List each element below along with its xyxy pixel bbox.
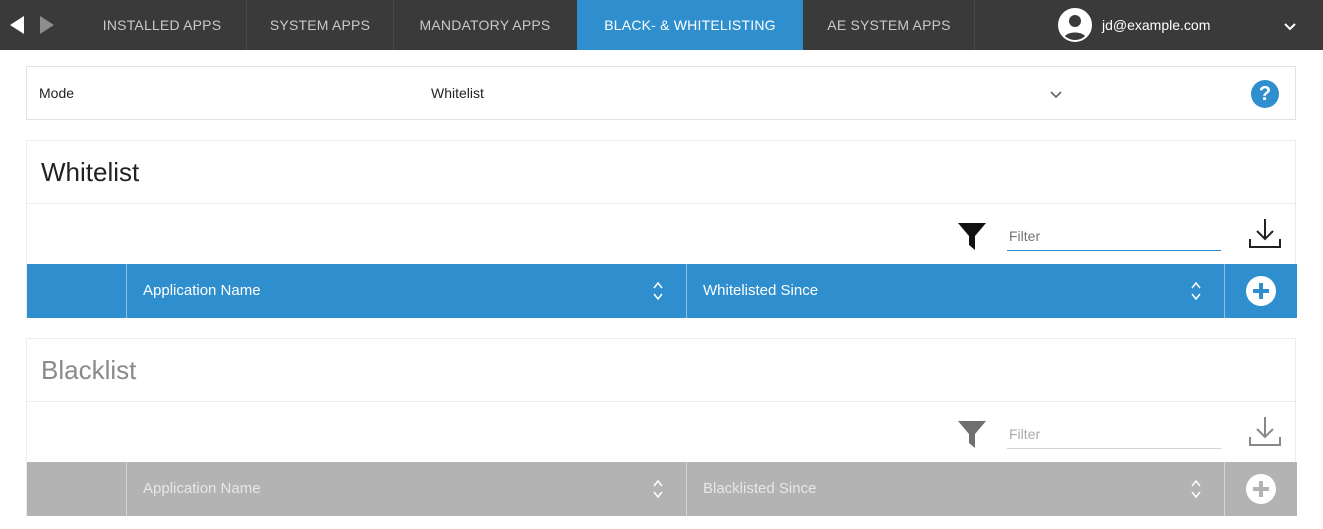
tab-mandatory-apps[interactable]: MANDATORY APPS	[394, 0, 576, 50]
filter-icon[interactable]	[957, 419, 987, 449]
download-icon[interactable]	[1247, 217, 1283, 251]
sort-icon[interactable]	[1190, 478, 1202, 500]
tab-black-whitelisting[interactable]: BLACK- & WHITELISTING	[577, 0, 803, 50]
section-title: Blacklist	[41, 355, 137, 385]
add-whitelist-button[interactable]	[1225, 264, 1297, 318]
sort-icon[interactable]	[652, 280, 664, 302]
user-email: jd@example.com	[1102, 17, 1211, 33]
user-avatar-icon	[1058, 8, 1092, 42]
tab-ae-system-apps[interactable]: AE SYSTEM APPS	[804, 0, 974, 50]
whitelist-section: Whitelist Application Name Whitelisted S…	[26, 140, 1297, 318]
top-navigation-bar: INSTALLED APPS SYSTEM APPS MANDATORY APP…	[0, 0, 1323, 50]
help-icon[interactable]: ?	[1251, 80, 1279, 108]
blacklist-table-header: Application Name Blacklisted Since	[27, 462, 1297, 516]
section-title: Whitelist	[41, 157, 140, 187]
tab-system-apps[interactable]: SYSTEM APPS	[247, 0, 393, 50]
column-label: Application Name	[143, 282, 261, 299]
filter-icon[interactable]	[957, 221, 987, 251]
mode-label: Mode	[39, 85, 75, 101]
plus-icon	[1246, 276, 1276, 306]
column-header-application-name[interactable]: Application Name	[127, 462, 687, 516]
sort-icon[interactable]	[652, 478, 664, 500]
column-header-application-name[interactable]: Application Name	[127, 264, 687, 318]
plus-icon	[1246, 474, 1276, 504]
column-label: Whitelisted Since	[703, 282, 819, 299]
select-column-header[interactable]	[27, 462, 127, 516]
mode-panel: Mode Whitelist ?	[26, 66, 1296, 120]
blacklist-section: Blacklist Application Name Blacklisted S…	[26, 338, 1297, 516]
download-icon[interactable]	[1247, 415, 1283, 449]
divider	[27, 401, 1295, 402]
chevron-down-icon[interactable]	[1282, 18, 1298, 34]
sort-icon[interactable]	[1190, 280, 1202, 302]
divider	[27, 203, 1295, 204]
tab-separator	[974, 0, 975, 50]
select-column-header[interactable]	[27, 264, 127, 318]
column-header-blacklisted-since[interactable]: Blacklisted Since	[687, 462, 1225, 516]
blacklist-filter-input[interactable]	[1007, 419, 1221, 449]
chevron-down-icon	[1049, 87, 1063, 106]
mode-select[interactable]: Whitelist	[429, 73, 1089, 113]
mode-selected-value: Whitelist	[431, 85, 484, 101]
column-header-whitelisted-since[interactable]: Whitelisted Since	[687, 264, 1225, 318]
caret-right-icon[interactable]	[36, 0, 58, 50]
user-menu[interactable]: jd@example.com	[1058, 0, 1210, 50]
column-label: Blacklisted Since	[703, 480, 817, 497]
caret-left-icon[interactable]	[6, 0, 28, 50]
column-label: Application Name	[143, 480, 261, 497]
whitelist-filter-input[interactable]	[1007, 221, 1221, 251]
add-blacklist-button[interactable]	[1225, 462, 1297, 516]
tab-installed-apps[interactable]: INSTALLED APPS	[78, 0, 246, 50]
whitelist-table-header: Application Name Whitelisted Since	[27, 264, 1297, 318]
